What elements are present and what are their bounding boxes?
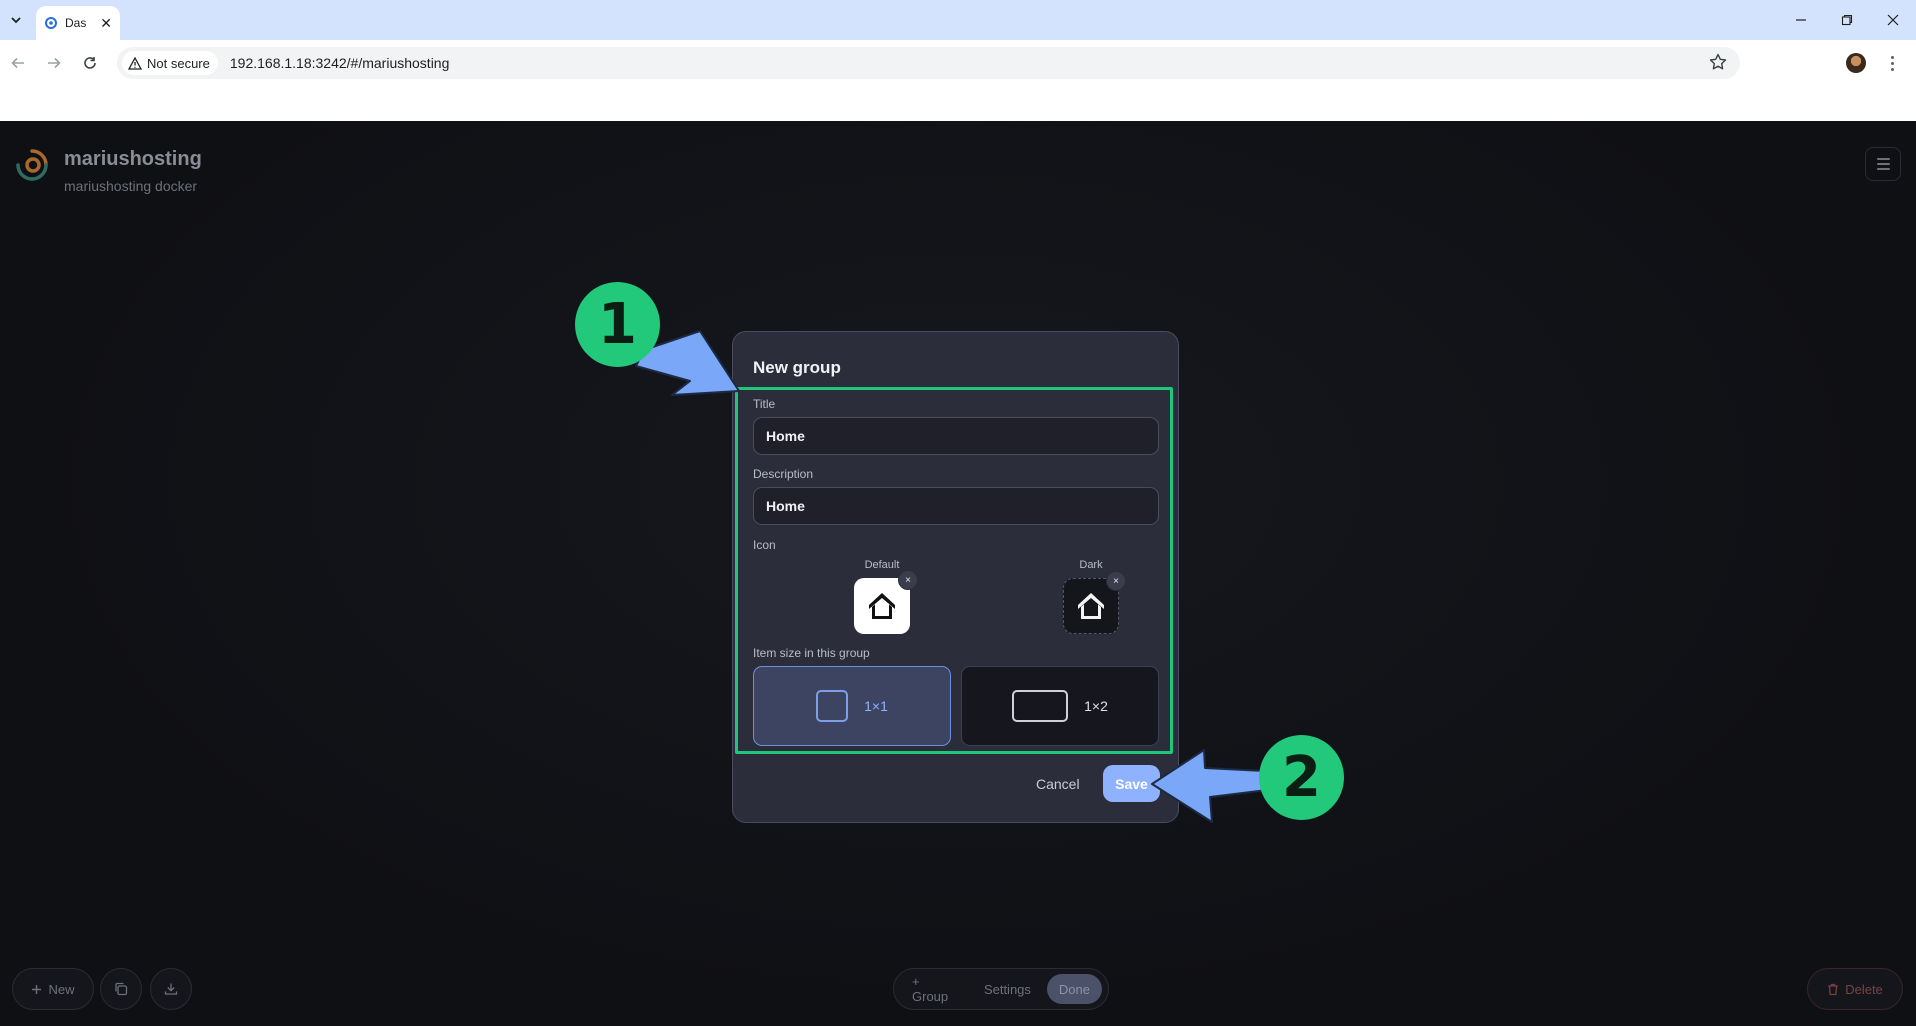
step-1-badge: 1 xyxy=(575,282,660,367)
step-2-badge: 2 xyxy=(1259,735,1344,820)
arrow-2-icon xyxy=(1151,749,1268,823)
